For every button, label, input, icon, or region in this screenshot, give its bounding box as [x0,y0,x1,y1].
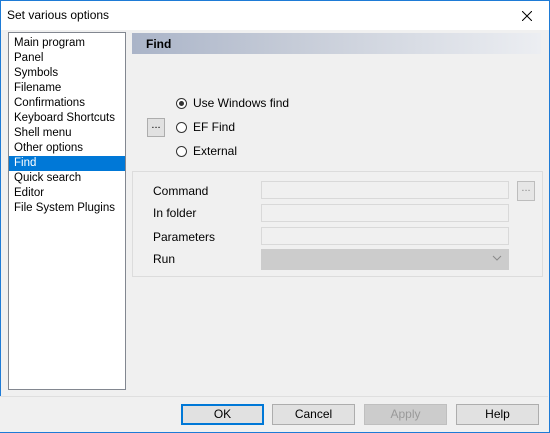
parameters-field[interactable] [261,227,509,245]
radio-unchecked-icon [176,121,187,133]
sidebar-item-other-options[interactable]: Other options [9,141,125,156]
page-header: Find [132,33,541,54]
sidebar-item-symbols[interactable]: Symbols [9,66,125,81]
command-label: Command [153,184,209,198]
ok-button[interactable]: OK [181,404,264,425]
close-button[interactable] [505,1,549,30]
sidebar-item-confirmations[interactable]: Confirmations [9,96,125,111]
title-bar: Set various options [1,1,549,30]
run-label: Run [153,252,176,266]
window-title: Set various options [7,8,110,22]
find-settings-browse-button[interactable]: ... [147,118,165,137]
close-icon [522,10,532,21]
sidebar-item-quick-search[interactable]: Quick search [9,171,125,186]
radio-label: Use Windows find [193,96,290,110]
sidebar-item-shell-menu[interactable]: Shell menu [9,126,125,141]
help-button[interactable]: Help [456,404,539,425]
in-folder-label: In folder [153,206,197,220]
sidebar-item-keyboard-shortcuts[interactable]: Keyboard Shortcuts [9,111,125,126]
apply-button[interactable]: Apply [364,404,447,425]
in-folder-field[interactable] [261,204,509,222]
sidebar-item-main-program[interactable]: Main program [9,36,125,51]
options-category-list[interactable]: Main program Panel Symbols Filename Conf… [8,32,126,390]
radio-checked-icon [176,97,187,109]
sidebar-item-file-system-plugins[interactable]: File System Plugins [9,201,125,216]
run-select[interactable] [261,249,509,270]
cancel-button[interactable]: Cancel [272,404,355,425]
page-title: Find [146,37,172,51]
chevron-down-icon [492,255,502,261]
radio-label: External [193,144,238,158]
radio-label: EF Find [193,120,236,134]
sidebar-item-find[interactable]: Find [9,156,125,171]
command-browse-button[interactable]: ... [517,181,535,201]
sidebar-item-filename[interactable]: Filename [9,81,125,96]
radio-unchecked-icon [176,145,187,157]
sidebar-item-panel[interactable]: Panel [9,51,125,66]
command-field[interactable] [261,181,509,199]
parameters-label: Parameters [153,230,216,244]
radio-use-windows-find[interactable]: Use Windows find [176,95,289,111]
radio-ef-find[interactable]: EF Find [176,119,235,135]
radio-external[interactable]: External [176,143,237,159]
sidebar-item-editor[interactable]: Editor [9,186,125,201]
